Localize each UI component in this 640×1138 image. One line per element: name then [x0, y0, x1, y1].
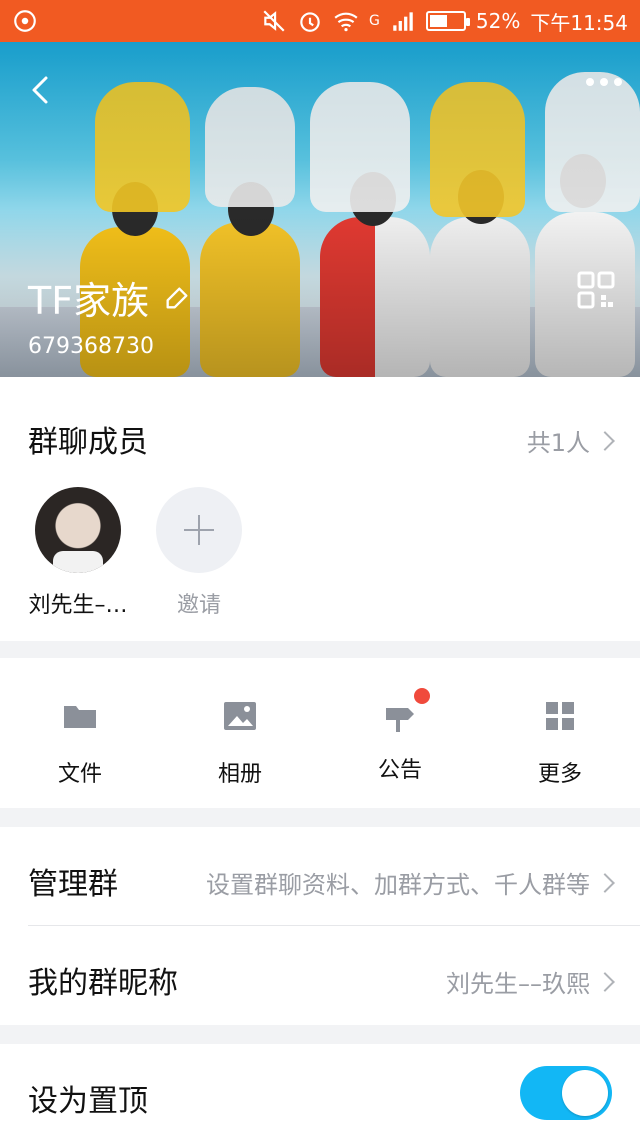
- members-section: 群聊成员 共1人 刘先生–… 邀请: [0, 377, 640, 641]
- nickname-value: 刘先生––玖熙: [446, 970, 590, 998]
- announcement-button[interactable]: 公告: [340, 688, 460, 784]
- status-bar: G 52% 下午11:54: [0, 0, 640, 42]
- settings-section: 管理群 设置群聊资料、加群方式、千人群等 我的群昵称 刘先生––玖熙: [0, 827, 640, 1025]
- announcement-label: 公告: [377, 758, 422, 783]
- plus-icon: [156, 487, 242, 573]
- more-label: 更多: [537, 762, 582, 787]
- avatar: [35, 487, 121, 573]
- manage-group-detail: 设置群聊资料、加群方式、千人群等: [206, 865, 615, 900]
- wifi-icon: [334, 12, 358, 32]
- group-header: TF家族 679368730: [0, 42, 640, 377]
- group-id: 679368730: [28, 334, 154, 359]
- album-label: 相册: [217, 762, 262, 787]
- manage-group-title: 管理群: [28, 867, 118, 902]
- toggle-knob: [562, 1070, 608, 1116]
- more-dots-icon[interactable]: [586, 78, 622, 86]
- group-name-row[interactable]: TF家族: [28, 270, 191, 325]
- qr-code-icon[interactable]: [576, 270, 616, 310]
- more-button[interactable]: 更多: [500, 696, 620, 788]
- chevron-right-icon: [595, 971, 615, 992]
- invite-button[interactable]: 邀请: [139, 487, 259, 619]
- nickname-row[interactable]: 我的群昵称 刘先生––玖熙: [0, 926, 640, 1025]
- mute-icon: [263, 10, 285, 32]
- announcement-icon: [380, 688, 430, 736]
- nickname-title: 我的群昵称: [28, 966, 178, 1001]
- network-type: G: [369, 13, 380, 29]
- folder-icon: [64, 706, 96, 728]
- tools-section: 文件 相册 公告 更多: [0, 658, 640, 808]
- chevron-right-icon: [595, 872, 615, 893]
- members-title: 群聊成员: [28, 425, 148, 460]
- members-count: 共1人: [526, 429, 590, 457]
- pin-section: 设为置顶: [0, 1044, 640, 1138]
- back-arrow-icon[interactable]: [22, 70, 62, 110]
- member-item[interactable]: 刘先生–…: [18, 487, 138, 619]
- battery-percent: 52%: [475, 9, 521, 33]
- notification-icon: [14, 10, 36, 32]
- manage-group-subtitle: 设置群聊资料、加群方式、千人群等: [206, 871, 590, 899]
- group-name: TF家族: [28, 279, 150, 323]
- pin-title: 设为置顶: [28, 1084, 148, 1119]
- files-button[interactable]: 文件: [20, 696, 140, 788]
- signal-icon: [393, 12, 413, 31]
- edit-pencil-icon[interactable]: [163, 284, 191, 312]
- pin-toggle[interactable]: [520, 1066, 612, 1120]
- nickname-detail: 刘先生––玖熙: [446, 964, 615, 999]
- notification-dot: [414, 688, 430, 704]
- member-name: 刘先生–…: [28, 593, 128, 618]
- chevron-right-icon: [595, 430, 615, 451]
- invite-label: 邀请: [176, 593, 221, 618]
- album-button[interactable]: 相册: [180, 696, 300, 788]
- files-label: 文件: [57, 762, 102, 787]
- battery-icon: [425, 11, 470, 31]
- photo-icon: [224, 702, 256, 730]
- manage-group-row[interactable]: 管理群 设置群聊资料、加群方式、千人群等: [0, 827, 640, 925]
- members-count-link[interactable]: 共1人: [526, 423, 615, 458]
- grid-icon: [546, 702, 574, 730]
- alarm-icon: [300, 12, 320, 32]
- clock: 下午11:54: [530, 10, 628, 35]
